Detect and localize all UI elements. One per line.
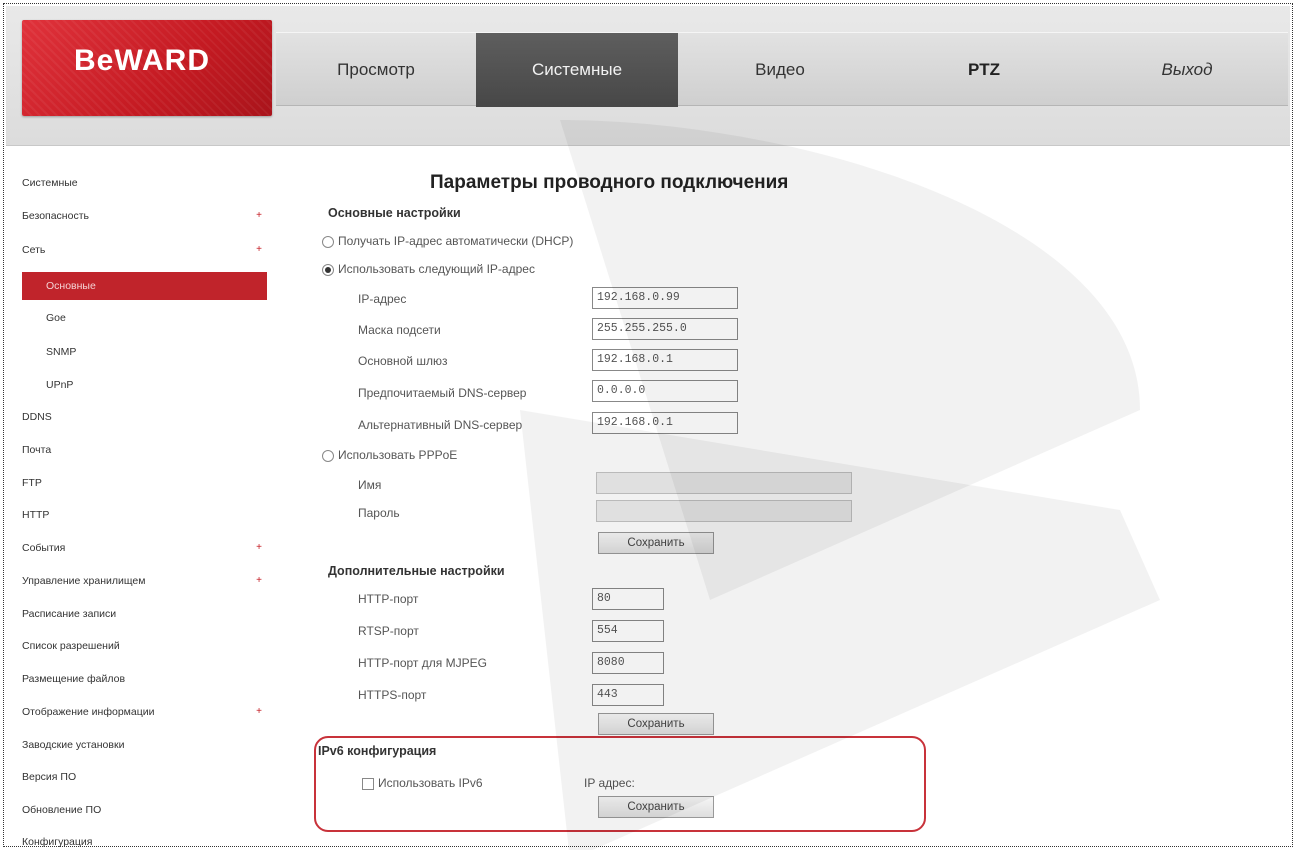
expand-icon[interactable]: + — [256, 240, 262, 260]
save-extra-button[interactable]: Сохранить — [598, 713, 714, 735]
save-basic-button[interactable]: Сохранить — [598, 532, 714, 554]
http-mjpeg-port-input[interactable]: 8080 — [592, 652, 664, 674]
expand-icon[interactable]: + — [256, 571, 262, 591]
expand-icon[interactable]: + — [256, 702, 262, 722]
sidebar-item-factory-reset[interactable]: Заводские установки — [22, 735, 272, 755]
sidebar-item-label: DDNS — [22, 411, 52, 423]
sidebar-item-network[interactable]: Сеть + — [22, 240, 272, 260]
tab-ptz[interactable]: PTZ — [882, 33, 1086, 107]
tab-system[interactable]: Системные — [476, 33, 678, 107]
pppoe-radio[interactable] — [322, 450, 334, 462]
extra-settings-title: Дополнительные настройки — [328, 564, 505, 578]
sidebar-item-upnp[interactable]: UPnP — [22, 375, 272, 395]
sidebar-item-security[interactable]: Безопасность + — [22, 206, 272, 226]
sidebar-item-label: Управление хранилищем — [22, 575, 146, 587]
static-ip-radio[interactable] — [322, 264, 334, 276]
ipv6-highlight-frame — [314, 736, 926, 832]
pppoe-label: Использовать PPPoE — [338, 448, 458, 462]
https-port-input[interactable]: 443 — [592, 684, 664, 706]
sidebar-item-record-schedule[interactable]: Расписание записи — [22, 604, 272, 624]
sidebar-item-label: Список разрешений — [22, 640, 120, 652]
alternate-dns-label: Альтернативный DNS-сервер — [358, 418, 523, 432]
sidebar-item-http[interactable]: HTTP — [22, 505, 272, 525]
sidebar-item-label: Версия ПО — [22, 771, 77, 783]
header: BeWARD Просмотр Системные Видео PTZ Выхо… — [6, 6, 1290, 146]
rtsp-port-input[interactable]: 554 — [592, 620, 664, 642]
rtsp-port-label: RTSP-порт — [358, 624, 419, 638]
sidebar-item-network-basic[interactable]: Основные — [22, 272, 267, 300]
sidebar-item-label: Goe — [46, 312, 66, 324]
ip-address-label: IP-адрес — [358, 292, 407, 306]
sidebar-item-configuration[interactable]: Конфигурация — [22, 832, 272, 850]
basic-settings-title: Основные настройки — [328, 206, 461, 220]
pppoe-username-input[interactable] — [596, 472, 852, 494]
sidebar-item-label: SNMP — [46, 346, 77, 358]
sidebar-item-permissions[interactable]: Список разрешений — [22, 636, 272, 656]
sidebar-item-label: Основные — [46, 280, 96, 292]
sidebar-item-label: HTTP — [22, 509, 50, 521]
http-port-input[interactable]: 80 — [592, 588, 664, 610]
sidebar-item-label: UPnP — [46, 379, 74, 391]
top-nav: Просмотр Системные Видео PTZ Выход — [276, 32, 1288, 107]
preferred-dns-input[interactable]: 0.0.0.0 — [592, 380, 738, 402]
sidebar-item-label: Расписание записи — [22, 608, 117, 620]
tab-video[interactable]: Видео — [678, 33, 882, 107]
sidebar-item-label: События — [22, 542, 66, 554]
pppoe-password-label: Пароль — [358, 506, 400, 520]
tab-logout[interactable]: Выход — [1086, 33, 1288, 107]
https-port-label: HTTPS-порт — [358, 688, 427, 702]
subnet-mask-input[interactable]: 255.255.255.0 — [592, 318, 738, 340]
dhcp-label: Получать IP-адрес автоматически (DHCP) — [338, 234, 574, 248]
sidebar-item-storage[interactable]: Управление хранилищем + — [22, 571, 272, 591]
gateway-label: Основной шлюз — [358, 354, 448, 368]
brand-logo[interactable]: BeWARD — [22, 20, 272, 116]
gateway-input[interactable]: 192.168.0.1 — [592, 349, 738, 371]
sidebar-item-label: Конфигурация — [22, 836, 93, 848]
sidebar-item-system[interactable]: Системные — [22, 173, 272, 193]
sidebar-item-label: Сеть — [22, 244, 46, 256]
sidebar-item-goe[interactable]: Goe — [22, 308, 272, 328]
sidebar-item-file-location[interactable]: Размещение файлов — [22, 669, 272, 689]
sidebar-item-label: Безопасность — [22, 210, 89, 222]
sidebar-item-firmware-version[interactable]: Версия ПО — [22, 767, 272, 787]
tab-view[interactable]: Просмотр — [276, 33, 476, 107]
ip-address-input[interactable]: 192.168.0.99 — [592, 287, 738, 309]
http-port-label: HTTP-порт — [358, 592, 419, 606]
brand-name: BeWARD — [74, 44, 211, 77]
sidebar-item-label: Системные — [22, 177, 78, 189]
sidebar-item-firmware-update[interactable]: Обновление ПО — [22, 800, 272, 820]
sidebar-item-snmp[interactable]: SNMP — [22, 342, 272, 362]
dhcp-radio[interactable] — [322, 236, 334, 248]
sidebar-item-label: Обновление ПО — [22, 804, 102, 816]
page-title: Параметры проводного подключения — [430, 172, 789, 193]
sidebar-item-ddns[interactable]: DDNS — [22, 407, 272, 427]
sidebar-item-display-info[interactable]: Отображение информации + — [22, 702, 272, 722]
sidebar-item-label: Почта — [22, 444, 52, 456]
expand-icon[interactable]: + — [256, 206, 262, 226]
sidebar-item-label: Отображение информации — [22, 706, 155, 718]
http-mjpeg-port-label: HTTP-порт для MJPEG — [358, 656, 487, 670]
sidebar-item-ftp[interactable]: FTP — [22, 473, 272, 493]
static-ip-label: Использовать следующий IP-адрес — [338, 262, 535, 276]
preferred-dns-label: Предпочитаемый DNS-сервер — [358, 386, 527, 400]
sidebar-item-label: FTP — [22, 477, 42, 489]
expand-icon[interactable]: + — [256, 538, 262, 558]
sidebar-item-events[interactable]: События + — [22, 538, 272, 558]
pppoe-password-input[interactable] — [596, 500, 852, 522]
alternate-dns-input[interactable]: 192.168.0.1 — [592, 412, 738, 434]
sidebar-item-label: Размещение файлов — [22, 673, 126, 685]
sidebar-item-mail[interactable]: Почта — [22, 440, 272, 460]
sidebar-item-label: Заводские установки — [22, 739, 125, 751]
pppoe-username-label: Имя — [358, 478, 382, 492]
subnet-mask-label: Маска подсети — [358, 323, 441, 337]
